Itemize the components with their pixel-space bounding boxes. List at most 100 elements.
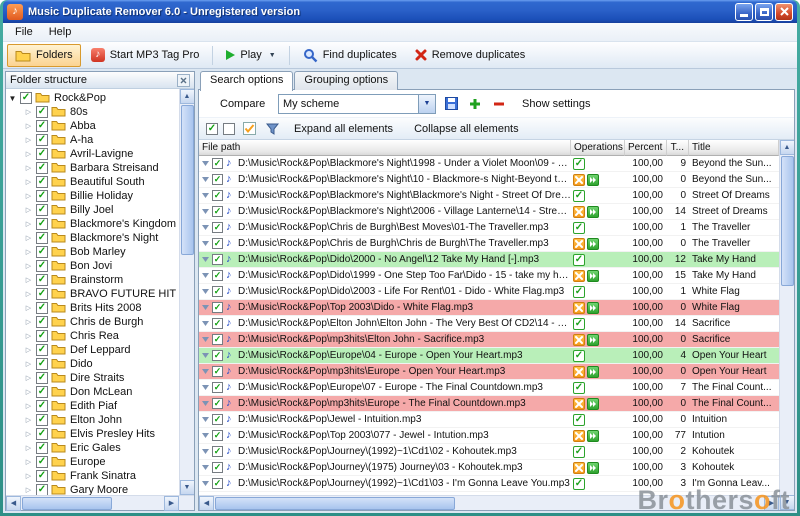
scrollbar-thumb[interactable] xyxy=(781,156,794,286)
expand-arrow-icon[interactable]: ▷ xyxy=(24,318,33,326)
titlebar[interactable]: ♪ Music Duplicate Remover 6.0 - Unregist… xyxy=(3,0,797,23)
tree-item[interactable]: ▷✓Def Leppard xyxy=(8,343,179,357)
expand-arrow-icon[interactable]: ▷ xyxy=(24,346,33,354)
scroll-left-icon[interactable]: ◀ xyxy=(199,496,214,511)
process-arrows-icon[interactable] xyxy=(587,366,599,378)
keep-check-icon[interactable]: ✓ xyxy=(573,222,585,234)
expand-arrow-icon[interactable]: ▷ xyxy=(24,290,33,298)
row-checkbox[interactable]: ✓ xyxy=(212,222,223,233)
row-checkbox[interactable]: ✓ xyxy=(212,286,223,297)
keep-check-icon[interactable]: ✓ xyxy=(573,446,585,458)
tree-item[interactable]: ▷✓Frank Sinatra xyxy=(8,469,179,483)
close-button[interactable] xyxy=(775,3,793,21)
folder-checkbox[interactable]: ✓ xyxy=(36,344,48,356)
delete-x-icon[interactable] xyxy=(573,174,585,186)
folder-checkbox[interactable]: ✓ xyxy=(36,176,48,188)
tree-item[interactable]: ▷✓BRAVO FUTURE HIT xyxy=(8,287,179,301)
minimize-button[interactable] xyxy=(735,3,753,21)
folder-checkbox[interactable]: ✓ xyxy=(36,148,48,160)
maximize-button[interactable] xyxy=(755,3,773,21)
tree-item[interactable]: ▷✓Gary Moore xyxy=(8,483,179,495)
delete-scheme-button[interactable] xyxy=(490,95,508,113)
table-row[interactable]: ✓♪D:\Music\Rock&Pop\Journey\(1975) Journ… xyxy=(199,460,779,476)
expand-arrow-icon[interactable]: ▷ xyxy=(24,472,33,480)
folder-checkbox[interactable]: ✓ xyxy=(36,372,48,384)
expand-arrow-icon[interactable]: ▷ xyxy=(24,444,33,452)
expand-arrow-icon[interactable]: ▷ xyxy=(24,122,33,130)
tree-item[interactable]: ▷✓Elvis Presley Hits xyxy=(8,427,179,441)
column-header-0[interactable]: File path xyxy=(199,140,571,156)
process-arrows-icon[interactable] xyxy=(587,398,599,410)
folder-checkbox[interactable]: ✓ xyxy=(36,400,48,412)
row-checkbox[interactable]: ✓ xyxy=(212,382,223,393)
expand-arrow-icon[interactable]: ▷ xyxy=(24,206,33,214)
keep-check-icon[interactable]: ✓ xyxy=(573,158,585,170)
save-scheme-button[interactable] xyxy=(442,95,460,113)
folders-button[interactable]: Folders xyxy=(7,44,81,67)
add-scheme-button[interactable] xyxy=(466,95,484,113)
find-duplicates-button[interactable]: Find duplicates xyxy=(295,44,405,67)
table-row[interactable]: ✓♪D:\Music\Rock&Pop\Chris de Burgh\Best … xyxy=(199,220,779,236)
row-checkbox[interactable]: ✓ xyxy=(212,366,223,377)
folder-checkbox[interactable]: ✓ xyxy=(36,414,48,426)
expand-arrow-icon[interactable]: ▷ xyxy=(24,192,33,200)
tree-item[interactable]: ▷✓Edith Piaf xyxy=(8,399,179,413)
keep-check-icon[interactable]: ✓ xyxy=(573,414,585,426)
tree-item[interactable]: ▷✓Abba xyxy=(8,119,179,133)
folder-checkbox[interactable]: ✓ xyxy=(36,274,48,286)
row-checkbox[interactable]: ✓ xyxy=(212,318,223,329)
table-row[interactable]: ✓♪D:\Music\Rock&Pop\Dido\2003 - Life For… xyxy=(199,284,779,300)
table-row[interactable]: ✓♪D:\Music\Rock&Pop\Dido\1999 - One Step… xyxy=(199,268,779,284)
process-arrows-icon[interactable] xyxy=(587,334,599,346)
folder-checkbox[interactable]: ✓ xyxy=(36,358,48,370)
folder-checkbox[interactable]: ✓ xyxy=(36,204,48,216)
table-row[interactable]: ✓♪D:\Music\Rock&Pop\Europe\04 - Europe -… xyxy=(199,348,779,364)
collapse-all-button[interactable]: Collapse all elements xyxy=(406,121,527,137)
expand-arrow-icon[interactable]: ▷ xyxy=(24,374,33,382)
table-row[interactable]: ✓♪D:\Music\Rock&Pop\mp3hits\Europe - Ope… xyxy=(199,364,779,380)
keep-check-icon[interactable]: ✓ xyxy=(573,382,585,394)
expand-arrow-icon[interactable]: ▷ xyxy=(24,276,33,284)
row-checkbox[interactable]: ✓ xyxy=(212,350,223,361)
tree-item[interactable]: ▷✓Blackmore's Kingdom xyxy=(8,217,179,231)
tree-item[interactable]: ▷✓Beautiful South xyxy=(8,175,179,189)
keep-check-icon[interactable]: ✓ xyxy=(573,350,585,362)
scroll-up-icon[interactable]: ▲ xyxy=(180,89,195,104)
tree-item[interactable]: ▷✓Barbara Streisand xyxy=(8,161,179,175)
tree-item[interactable]: ▷✓Dire Straits xyxy=(8,371,179,385)
delete-x-icon[interactable] xyxy=(573,334,585,346)
row-checkbox[interactable]: ✓ xyxy=(212,206,223,217)
table-row[interactable]: ✓♪D:\Music\Rock&Pop\Chris de Burgh\Chris… xyxy=(199,236,779,252)
process-arrows-icon[interactable] xyxy=(587,462,599,474)
folder-checkbox[interactable]: ✓ xyxy=(36,232,48,244)
folder-checkbox[interactable]: ✓ xyxy=(36,288,48,300)
row-checkbox[interactable]: ✓ xyxy=(212,238,223,249)
row-checkbox[interactable]: ✓ xyxy=(212,430,223,441)
row-checkbox[interactable]: ✓ xyxy=(212,398,223,409)
table-row[interactable]: ✓♪D:\Music\Rock&Pop\Top 2003\Dido - Whit… xyxy=(199,300,779,316)
table-row[interactable]: ✓♪D:\Music\Rock&Pop\Blackmore's Night\19… xyxy=(199,156,779,172)
row-checkbox[interactable]: ✓ xyxy=(212,270,223,281)
keep-check-icon[interactable]: ✓ xyxy=(573,286,585,298)
tree-item[interactable]: ▷✓Brainstorm xyxy=(8,273,179,287)
auto-select-button[interactable] xyxy=(240,120,258,138)
delete-x-icon[interactable] xyxy=(573,366,585,378)
delete-x-icon[interactable] xyxy=(573,462,585,474)
scrollbar-thumb[interactable] xyxy=(22,497,112,510)
folder-checkbox[interactable]: ✓ xyxy=(36,456,48,468)
tree-item[interactable]: ▷✓Elton John xyxy=(8,413,179,427)
table-row[interactable]: ✓♪D:\Music\Rock&Pop\Europe\07 - Europe -… xyxy=(199,380,779,396)
remove-duplicates-button[interactable]: Remove duplicates xyxy=(407,44,534,67)
table-row[interactable]: ✓♪D:\Music\Rock&Pop\Blackmore's Night\10… xyxy=(199,172,779,188)
scroll-left-icon[interactable]: ◀ xyxy=(6,496,21,511)
tree-item[interactable]: ▷✓Brits Hits 2008 xyxy=(8,301,179,315)
delete-x-icon[interactable] xyxy=(573,398,585,410)
expand-arrow-icon[interactable]: ▷ xyxy=(24,332,33,340)
expand-arrow-icon[interactable]: ▷ xyxy=(24,360,33,368)
table-row[interactable]: ✓♪D:\Music\Rock&Pop\Blackmore's Night\20… xyxy=(199,204,779,220)
row-checkbox[interactable]: ✓ xyxy=(212,462,223,473)
expand-arrow-icon[interactable]: ▷ xyxy=(24,164,33,172)
expand-arrow-icon[interactable]: ▷ xyxy=(24,108,33,116)
show-settings-button[interactable]: Show settings xyxy=(522,98,590,110)
table-row[interactable]: ✓♪D:\Music\Rock&Pop\Dido\2000 - No Angel… xyxy=(199,252,779,268)
